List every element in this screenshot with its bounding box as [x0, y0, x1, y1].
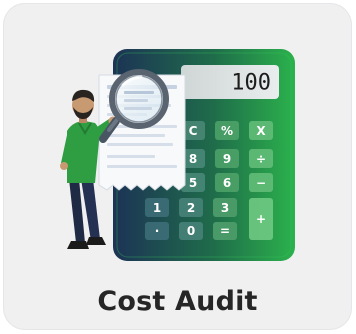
key-times-label: X: [256, 124, 266, 138]
key-plus-label: +: [256, 212, 266, 226]
cost-audit-card[interactable]: 100 C % X 8 9 ÷ 5 6 − 1 2 3 + · 0 = Cost…: [3, 3, 352, 330]
cost-audit-illustration: 100 C % X 8 9 ÷ 5 6 − 1 2 3 + · 0 =: [60, 49, 295, 261]
key-five-label: 5: [189, 176, 197, 190]
key-one-label: 1: [153, 201, 161, 215]
key-eight-label: 8: [189, 152, 197, 166]
card-title: Cost Audit: [97, 286, 258, 317]
calculator-display-value: 100: [231, 71, 271, 96]
key-nine-label: 9: [223, 152, 231, 166]
key-six-label: 6: [223, 176, 231, 190]
key-dot-label: ·: [155, 224, 160, 238]
key-percent-label: %: [221, 124, 233, 138]
key-zero-label: 0: [187, 224, 195, 238]
key-divide-label: ÷: [256, 152, 266, 166]
key-two-label: 2: [187, 201, 195, 215]
key-c-label: C: [189, 124, 198, 138]
key-minus-label: −: [256, 176, 266, 190]
key-equals-label: =: [220, 224, 230, 238]
key-three-label: 3: [221, 201, 229, 215]
